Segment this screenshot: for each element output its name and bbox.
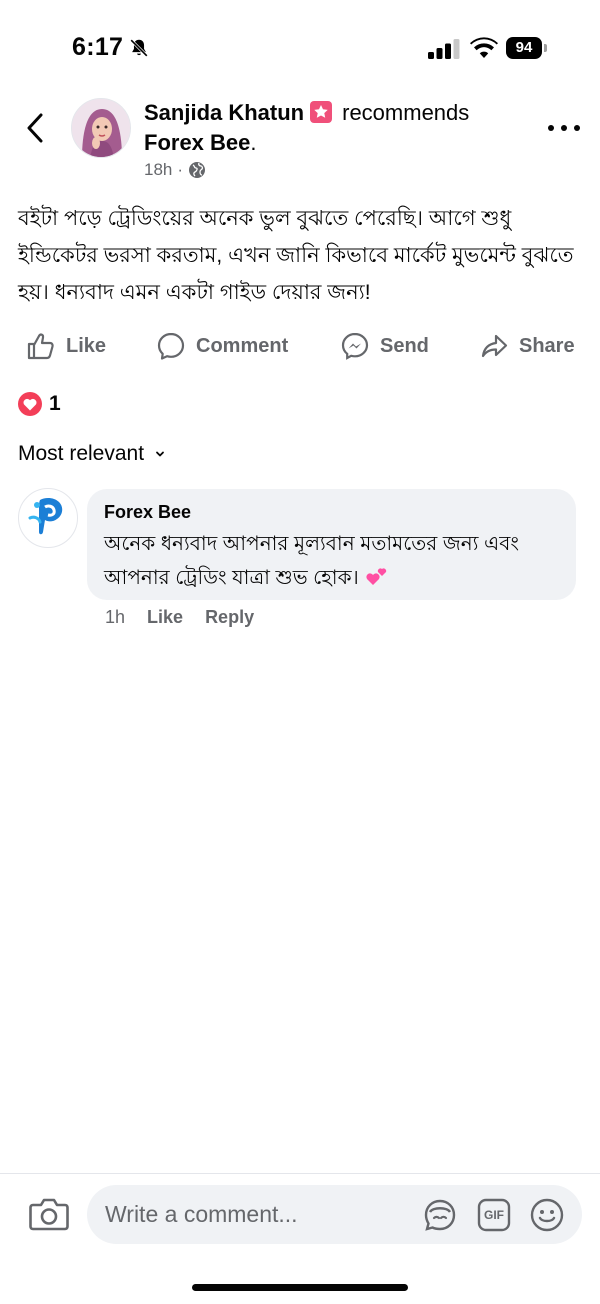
status-bar: 6:17 94	[0, 0, 600, 96]
bell-off-icon	[130, 39, 148, 57]
comment-input[interactable]	[105, 1185, 405, 1244]
thumbs-up-icon	[27, 333, 54, 360]
composer-divider	[0, 1173, 600, 1174]
wifi-icon	[470, 37, 498, 58]
send-button[interactable]: Send	[340, 326, 429, 366]
comment-author-avatar[interactable]	[18, 488, 78, 548]
comment-bubble[interactable]: Forex Bee অনেক ধন্যবাদ আপনার মূল্যবান মত…	[87, 489, 576, 600]
battery-level: 94	[506, 37, 542, 59]
post-text: বইটা পড়ে ট্রেডিংয়ের অনেক ভুল বুঝতে পের…	[18, 207, 574, 304]
camera-icon[interactable]	[28, 1195, 70, 1233]
heart-icon	[18, 392, 42, 416]
battery-cap	[544, 44, 547, 52]
recommended-page-line: Forex Bee.	[144, 129, 257, 157]
meta-separator: ·	[177, 160, 184, 179]
back-button[interactable]	[20, 110, 50, 146]
star-badge-icon	[310, 101, 333, 123]
dot	[574, 125, 580, 131]
status-time: 6:17	[72, 33, 124, 61]
like-label: Like	[66, 334, 107, 357]
home-indicator	[192, 1284, 408, 1291]
chevron-left-icon	[27, 113, 43, 143]
comment-time[interactable]: 1h	[105, 607, 125, 628]
comment-composer: GIF	[87, 1185, 582, 1244]
post-author-line: Sanjida Khatun recommends	[144, 99, 469, 127]
author-avatar[interactable]	[71, 98, 131, 158]
comment-author-name[interactable]: Forex Bee	[104, 501, 559, 523]
reactions-summary[interactable]: 1	[18, 392, 61, 416]
share-arrow-icon	[481, 334, 508, 358]
chevron-down-icon	[156, 451, 164, 457]
gif-button[interactable]: GIF	[477, 1198, 511, 1232]
post-action-bar: Like Comment Send Share	[0, 326, 600, 366]
dot	[561, 125, 567, 131]
more-options-button[interactable]	[548, 118, 580, 138]
comment-label: Comment	[196, 334, 289, 357]
forex-bee-logo-icon	[28, 497, 63, 535]
avatar-sticker-icon[interactable]	[422, 1198, 458, 1232]
comment-sort-dropdown[interactable]: Most relevant	[18, 442, 166, 466]
emoji-icon[interactable]	[529, 1197, 565, 1233]
share-button[interactable]: Share	[479, 326, 575, 366]
share-label: Share	[519, 334, 575, 357]
messenger-icon	[341, 332, 369, 360]
post-meta: 18h ·	[144, 160, 206, 180]
reaction-count: 1	[49, 392, 61, 415]
like-button[interactable]: Like	[26, 326, 106, 366]
send-label: Send	[380, 334, 429, 357]
page-suffix: .	[250, 130, 257, 155]
speech-bubble-icon	[157, 332, 185, 360]
battery-icon: 94	[506, 37, 548, 59]
comment-text-block: অনেক ধন্যবাদ আপনার মূল্যবান মতামতের জন্য…	[104, 527, 559, 595]
recommended-page-name[interactable]: Forex Bee	[144, 130, 250, 155]
dot	[548, 125, 554, 131]
comment-reply-button[interactable]: Reply	[205, 607, 254, 628]
gif-label: GIF	[484, 1208, 504, 1222]
comment-button[interactable]: Comment	[156, 326, 288, 366]
two-hearts-icon	[366, 568, 386, 585]
recommends-text: recommends	[342, 100, 470, 125]
post-time[interactable]: 18h	[144, 160, 172, 180]
post-author-name[interactable]: Sanjida Khatun	[144, 100, 304, 125]
comment-text: অনেক ধন্যবাদ আপনার মূল্যবান মতামতের জন্য…	[104, 533, 519, 589]
sort-label: Most relevant	[18, 442, 145, 465]
signal-icon	[428, 39, 460, 59]
comment-meta: 1h Like Reply	[105, 607, 254, 628]
globe-icon	[189, 162, 206, 178]
avatar-image	[72, 99, 130, 157]
comment-like-button[interactable]: Like	[147, 607, 183, 628]
